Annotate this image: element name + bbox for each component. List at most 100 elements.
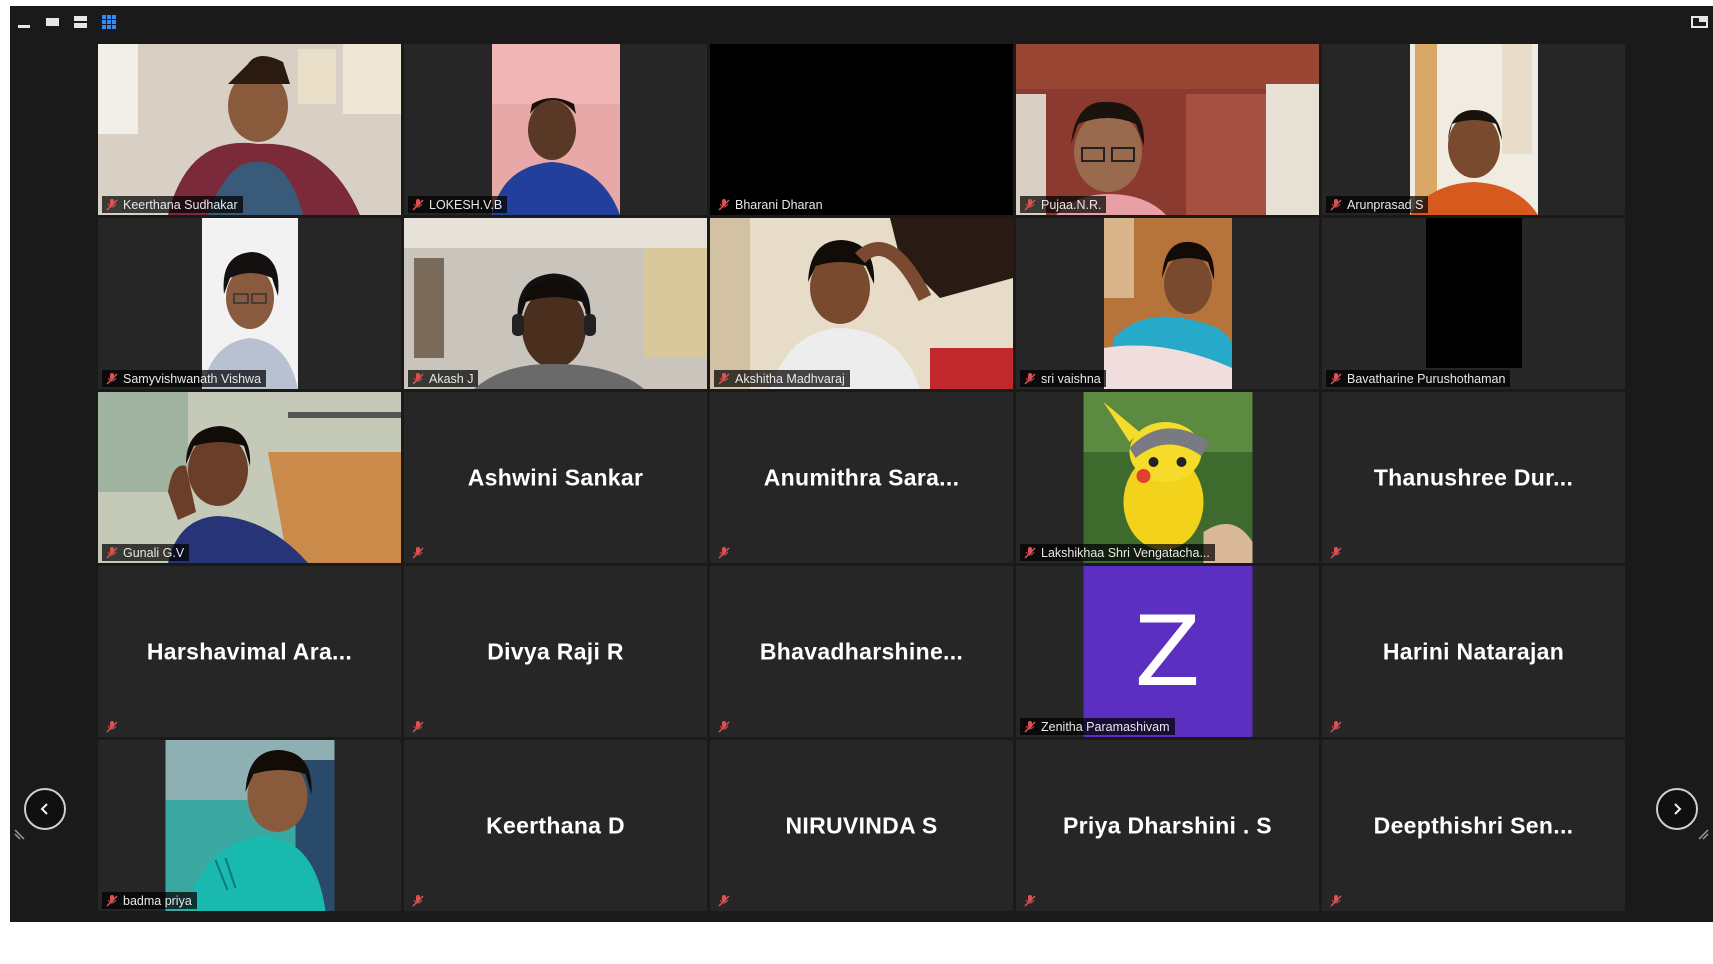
muted-mic-icon [1330, 894, 1342, 907]
name-tag [714, 544, 731, 561]
participant-video [1425, 218, 1522, 368]
participant-tile[interactable]: Samyvishwanath Vishwa [98, 218, 401, 389]
participant-tile[interactable]: Anumithra Sara... [710, 392, 1013, 563]
participant-name: Pujaa.N.R. [1041, 197, 1102, 212]
participant-tile[interactable]: Harini Natarajan [1322, 566, 1625, 737]
participant-display-name: Thanushree Dur... [1373, 464, 1574, 490]
participant-tile[interactable]: Arunprasad S [1322, 44, 1625, 215]
next-page-button[interactable] [1656, 788, 1698, 830]
participant-display-name: Divya Raji R [487, 638, 624, 664]
participant-video [98, 44, 401, 215]
participant-tile[interactable]: Divya Raji R [404, 566, 707, 737]
muted-mic-icon [1330, 546, 1342, 559]
gallery-grid: Keerthana Sudhakar LOKESH.V.B Bharani Dh… [98, 44, 1628, 918]
name-tag: Akshitha Madhvaraj [714, 370, 850, 387]
chevron-left-icon [40, 803, 48, 815]
participant-tile[interactable]: LOKESH.V.B [404, 44, 707, 215]
gallery-view-icon[interactable] [100, 14, 118, 30]
participant-tile[interactable]: Akshitha Madhvaraj [710, 218, 1013, 389]
participant-tile[interactable]: Keerthana D [404, 740, 707, 911]
name-tag: Zenitha Paramashivam [1020, 718, 1175, 735]
participant-video [1016, 44, 1319, 215]
participant-display-name: Keerthana D [486, 812, 625, 838]
name-tag: Akash J [408, 370, 479, 387]
participant-tile[interactable]: Lakshikhaa Shri Vengatacha... [1016, 392, 1319, 563]
participant-video [491, 44, 620, 215]
participant-video [98, 392, 401, 563]
muted-mic-icon [1330, 372, 1342, 385]
participant-tile[interactable]: Gunali G.V [98, 392, 401, 563]
participant-display-name: NIRUVINDA S [785, 812, 938, 838]
muted-mic-icon [718, 720, 730, 733]
participant-name: Lakshikhaa Shri Vengatacha... [1041, 545, 1210, 560]
participant-tile[interactable]: Thanushree Dur... [1322, 392, 1625, 563]
participant-tile[interactable]: NIRUVINDA S [710, 740, 1013, 911]
name-tag [1326, 892, 1343, 909]
participant-name: Samyvishwanath Vishwa [123, 371, 262, 386]
name-tag: Pujaa.N.R. [1020, 196, 1107, 213]
participant-tile[interactable]: Bavatharine Purushothaman [1322, 218, 1625, 389]
name-tag [408, 544, 425, 561]
participant-tile[interactable]: Keerthana Sudhakar [98, 44, 401, 215]
muted-mic-icon [718, 372, 730, 385]
participant-tile[interactable]: Akash J [404, 218, 707, 389]
muted-mic-icon [106, 720, 118, 733]
participant-name: Akash J [429, 371, 474, 386]
muted-mic-icon [412, 372, 424, 385]
name-tag: Gunali G.V [102, 544, 190, 561]
participant-name: LOKESH.V.B [429, 197, 503, 212]
muted-mic-icon [412, 720, 424, 733]
muted-mic-icon [1024, 894, 1036, 907]
participant-video [201, 218, 298, 389]
participant-video [1409, 44, 1538, 215]
name-tag: Bharani Dharan [714, 196, 828, 213]
participant-tile[interactable]: Pujaa.N.R. [1016, 44, 1319, 215]
speaker-view-icon[interactable] [44, 14, 62, 30]
participant-tile[interactable]: Priya Dharshini . S [1016, 740, 1319, 911]
minimize-icon[interactable] [16, 14, 34, 30]
muted-mic-icon [1024, 198, 1036, 211]
participant-name: Bharani Dharan [735, 197, 823, 212]
resize-handle-left[interactable] [14, 828, 26, 840]
muted-mic-icon [1024, 546, 1036, 559]
participant-name: Akshitha Madhvaraj [735, 371, 845, 386]
participant-name: sri vaishna [1041, 371, 1101, 386]
participant-name: badma priya [123, 893, 192, 908]
participant-display-name: Harini Natarajan [1382, 638, 1565, 664]
name-tag [1326, 544, 1343, 561]
strip-view-icon[interactable] [72, 14, 90, 30]
participant-name: Arunprasad S [1347, 197, 1424, 212]
muted-mic-icon [412, 198, 424, 211]
participant-name: Bavatharine Purushothaman [1347, 371, 1506, 386]
name-tag [1020, 892, 1037, 909]
resize-handle-right[interactable] [1697, 828, 1709, 840]
participant-video [404, 218, 707, 389]
participant-tile[interactable]: badma priya [98, 740, 401, 911]
name-tag: sri vaishna [1020, 370, 1106, 387]
name-tag: Arunprasad S [1326, 196, 1429, 213]
muted-mic-icon [106, 894, 118, 907]
participant-display-name: Anumithra Sara... [763, 464, 960, 490]
participant-tile[interactable]: Ashwini Sankar [404, 392, 707, 563]
participant-tile[interactable]: Deepthishri Sen... [1322, 740, 1625, 911]
participant-display-name: Harshavimal Ara... [146, 638, 353, 664]
name-tag [714, 892, 731, 909]
participant-tile[interactable]: Bharani Dharan [710, 44, 1013, 215]
participant-tile[interactable]: Z Zenitha Paramashivam [1016, 566, 1319, 737]
muted-mic-icon [106, 546, 118, 559]
participant-tile[interactable]: Bhavadharshine... [710, 566, 1013, 737]
muted-mic-icon [412, 546, 424, 559]
exit-fullscreen-icon[interactable] [1691, 14, 1709, 30]
muted-mic-icon [1330, 198, 1342, 211]
avatar: Z [1083, 566, 1252, 737]
participant-profile-picture [1083, 392, 1252, 563]
previous-page-button[interactable] [24, 788, 66, 830]
participant-display-name: Deepthishri Sen... [1373, 812, 1574, 838]
participant-video [710, 218, 1013, 389]
chevron-right-icon [1674, 803, 1682, 815]
participant-tile[interactable]: Harshavimal Ara... [98, 566, 401, 737]
participant-name: Keerthana Sudhakar [123, 197, 238, 212]
name-tag [1326, 718, 1343, 735]
participant-tile[interactable]: sri vaishna [1016, 218, 1319, 389]
muted-mic-icon [106, 372, 118, 385]
